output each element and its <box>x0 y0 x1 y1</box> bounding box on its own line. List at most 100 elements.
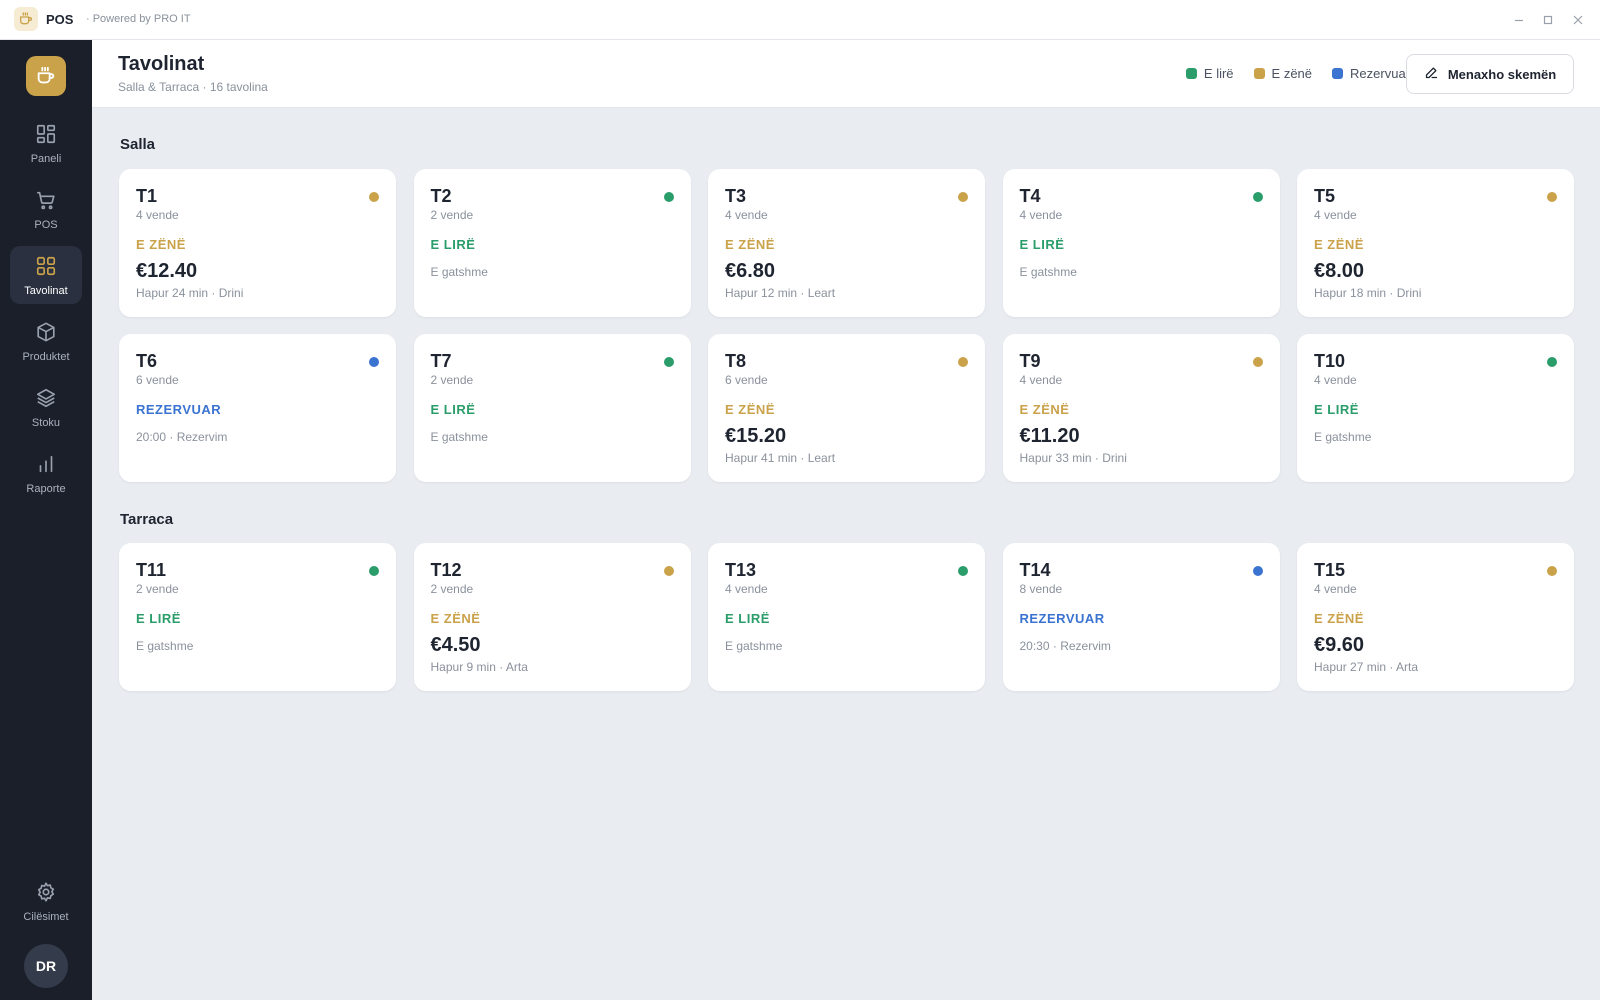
status-badge: E LIRË <box>430 237 476 252</box>
status-dot <box>663 566 674 576</box>
sidebar-item-paneli[interactable]: Paneli <box>10 114 82 172</box>
table-seats: 2 vende <box>430 208 474 222</box>
table-name: T2 <box>430 186 452 206</box>
sidebar-item-pos[interactable]: POS <box>10 180 82 238</box>
table-detail: Hapur 9 min · Arta <box>430 660 528 674</box>
page-subtitle: Salla & Tarraca · 16 tavolina <box>118 80 268 94</box>
status-badge: REZERVUAR <box>136 402 222 417</box>
powered-by-text: · Powered by PRO IT <box>86 13 191 25</box>
pencil-icon <box>1424 65 1439 83</box>
sidebar-item-stoku[interactable]: Stoku <box>10 378 82 436</box>
table-name: T3 <box>725 186 747 206</box>
status-dot <box>663 357 674 367</box>
sidebar-item-raporte[interactable]: Raporte <box>10 444 82 502</box>
status-dot <box>958 192 968 202</box>
status-dot <box>1252 357 1263 367</box>
status-badge: E LIRË <box>136 611 181 626</box>
table-seats: 2 vende <box>136 582 179 596</box>
table-amount: €8.00 <box>1314 260 1365 282</box>
sidebar-item-label: Cilësimet <box>23 911 69 923</box>
table-amount: €15.20 <box>725 425 787 447</box>
table-detail: Hapur 12 min · Leart <box>725 286 836 300</box>
table-detail: E gatshme <box>136 639 194 653</box>
section-title-tarraca: Tarraca <box>120 511 174 528</box>
table-seats: 4 vende <box>1314 373 1357 387</box>
sidebar-item-label: Stoku <box>31 417 61 429</box>
table-card[interactable]: T11 2 vende E LIRË E gatshme <box>119 543 396 691</box>
layers-icon <box>35 387 57 414</box>
table-seats: 6 vende <box>725 373 768 387</box>
table-seats: 4 vende <box>725 582 768 596</box>
table-card[interactable]: T4 4 vende E LIRË E gatshme <box>1002 169 1280 317</box>
table-card[interactable]: T5 4 vende E ZËNË €8.00 Hapur 18 min · Drini <box>1297 169 1574 317</box>
table-card[interactable]: T3 4 vende E ZËNË €6.80 Hapur 12 min · Leart <box>708 169 985 317</box>
table-detail: E gatshme <box>1314 430 1372 444</box>
sidebar-item-label: Tavolinat <box>24 285 68 297</box>
table-card[interactable]: T9 4 vende E ZËNË €11.20 Hapur 33 min · Drin… <box>1002 334 1280 482</box>
table-name: T11 <box>136 560 167 580</box>
cart-icon <box>35 189 57 216</box>
status-dot <box>1547 192 1557 202</box>
legend-label: Rezervuar <box>1350 66 1410 81</box>
table-detail: 20:30 · Rezervim <box>1019 639 1111 653</box>
table-card[interactable]: T10 4 vende E LIRË E gatshme <box>1297 334 1574 482</box>
table-card[interactable]: T7 2 vende E LIRË E gatshme <box>413 334 691 482</box>
table-card[interactable]: T15 4 vende E ZËNË €9.60 Hapur 27 min · Arta <box>1297 543 1574 691</box>
legend-label: E lirë <box>1203 66 1234 81</box>
table-card[interactable]: T8 6 vende E ZËNË €15.20 Hapur 41 min · Lear… <box>708 334 985 482</box>
table-seats: 4 vende <box>725 208 768 222</box>
minimize-icon[interactable] <box>1509 10 1529 30</box>
table-card[interactable]: T2 2 vende E LIRË E gatshme <box>413 169 691 317</box>
status-badge: E ZËNË <box>1314 237 1364 252</box>
avatar[interactable]: DR <box>24 944 68 988</box>
sidebar-item-produktet[interactable]: Produktet <box>10 312 82 370</box>
status-dot <box>958 566 968 576</box>
table-name: T10 <box>1314 351 1346 371</box>
sidebar-item-label: Paneli <box>30 153 62 165</box>
table-detail: E gatshme <box>725 639 783 653</box>
table-seats: 4 vende <box>136 208 179 222</box>
table-seats: 4 vende <box>1019 208 1063 222</box>
table-amount: €12.40 <box>136 260 198 282</box>
section-title-salla: Salla <box>120 136 156 153</box>
table-detail: 20:00 · Rezervim <box>136 430 228 444</box>
table-amount: €6.80 <box>725 260 776 282</box>
sidebar-item-settings[interactable]: Cilësimet <box>10 872 82 930</box>
status-badge: E LIRË <box>1019 237 1065 252</box>
status-badge: E ZËNË <box>725 402 775 417</box>
table-seats: 4 vende <box>1019 373 1063 387</box>
legend-swatch <box>1185 68 1197 79</box>
maximize-icon[interactable] <box>1538 10 1558 30</box>
table-detail: Hapur 41 min · Leart <box>725 451 836 465</box>
status-badge: E ZËNË <box>136 237 186 252</box>
close-icon[interactable] <box>1568 10 1588 30</box>
status-badge: E LIRË <box>725 611 770 626</box>
coffee-cup-icon[interactable] <box>26 56 66 96</box>
table-card[interactable]: T14 8 vende REZERVUAR 20:30 · Rezervim <box>1002 543 1280 691</box>
manage-layout-button[interactable]: Menaxho skemën <box>1406 54 1574 94</box>
table-card[interactable]: T12 2 vende E ZËNË €4.50 Hapur 9 min · Arta <box>413 543 691 691</box>
dashboard-icon <box>35 123 57 150</box>
page-title: Tavolinat <box>118 53 205 75</box>
status-badge: E LIRË <box>430 402 476 417</box>
table-name: T4 <box>1019 186 1041 206</box>
table-name: T8 <box>725 351 747 371</box>
sidebar-item-label: POS <box>34 219 58 231</box>
table-seats: 2 vende <box>430 582 474 596</box>
legend-swatch <box>1253 68 1265 79</box>
table-name: T5 <box>1314 186 1336 206</box>
status-badge: E ZËNË <box>725 237 775 252</box>
table-card[interactable]: T13 4 vende E LIRË E gatshme <box>708 543 985 691</box>
table-card[interactable]: T1 4 vende E ZËNË €12.40 Hapur 24 min · Drin… <box>119 169 396 317</box>
table-seats: 8 vende <box>1019 582 1063 596</box>
box-icon <box>35 321 57 348</box>
grid-icon <box>35 255 57 282</box>
title-bar: POS · Powered by PRO IT <box>0 0 1600 40</box>
legend-swatch <box>1332 68 1344 79</box>
table-amount: €4.50 <box>430 634 481 656</box>
sidebar-item-tavolinat[interactable]: Tavolinat <box>10 246 82 304</box>
table-name: T15 <box>1314 560 1346 580</box>
table-detail: Hapur 27 min · Arta <box>1314 660 1419 674</box>
table-card[interactable]: T6 6 vende REZERVUAR 20:00 · Rezervim <box>119 334 396 482</box>
table-amount: €9.60 <box>1314 634 1365 656</box>
